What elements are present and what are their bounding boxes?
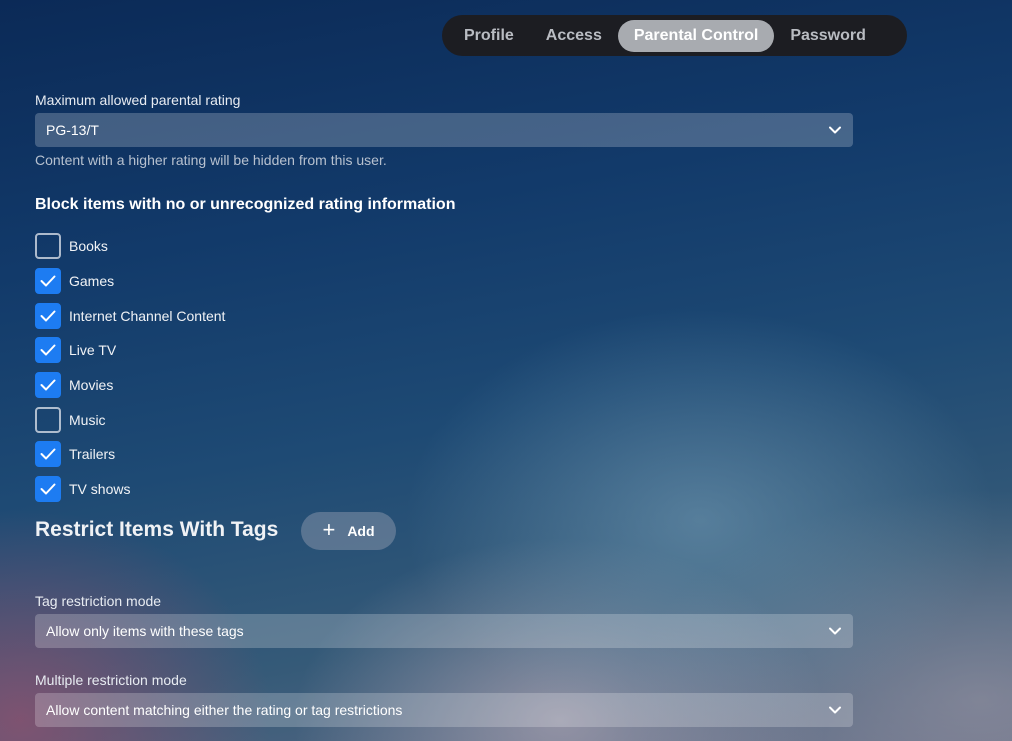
checkbox-tv-shows[interactable]: TV shows <box>35 472 225 507</box>
chevron-down-icon <box>828 123 842 137</box>
checkmark-icon <box>40 448 56 460</box>
tab-profile[interactable]: Profile <box>448 20 530 52</box>
settings-tab-bar: Profile Access Parental Control Password <box>442 15 907 56</box>
checkbox-label: Music <box>69 411 106 428</box>
checkbox-movies[interactable]: Movies <box>35 368 225 403</box>
checkbox-label: Games <box>69 273 115 290</box>
tag-restriction-mode-value: Allow only items with these tags <box>46 623 244 639</box>
checkbox-label: Movies <box>69 377 114 394</box>
tab-access[interactable]: Access <box>530 20 618 52</box>
checkmark-icon <box>40 275 56 287</box>
tab-password[interactable]: Password <box>774 20 882 52</box>
chevron-down-icon <box>828 703 842 717</box>
checkbox-box[interactable] <box>35 372 61 399</box>
checkmark-icon <box>40 483 56 495</box>
multiple-restriction-mode-label: Multiple restriction mode <box>35 672 187 688</box>
checkbox-box[interactable] <box>35 302 61 329</box>
plus-icon: + <box>322 517 336 542</box>
checkbox-live-tv[interactable]: Live TV <box>35 333 225 368</box>
tag-restriction-mode-label: Tag restriction mode <box>35 593 162 609</box>
checkbox-internet-channel-content[interactable]: Internet Channel Content <box>35 298 225 333</box>
checkbox-label: Internet Channel Content <box>69 307 226 324</box>
parental-rating-select[interactable]: PG-13/T <box>35 113 853 147</box>
checkbox-box[interactable] <box>35 476 61 503</box>
checkbox-label: TV shows <box>69 481 131 498</box>
checkbox-label: Trailers <box>69 446 116 463</box>
checkbox-box[interactable] <box>35 233 61 260</box>
multiple-restriction-mode-value: Allow content matching either the rating… <box>46 702 403 718</box>
checkbox-label: Live TV <box>69 342 117 359</box>
parental-rating-helper: Content with a higher rating will be hid… <box>35 152 387 168</box>
restrict-tags-title: Restrict Items With Tags <box>35 518 279 541</box>
checkbox-trailers[interactable]: Trailers <box>35 437 225 472</box>
tab-parental-control[interactable]: Parental Control <box>617 19 775 52</box>
block-unrated-checklist: Books Games Internet Channel Content Liv… <box>35 229 225 507</box>
add-tag-label: Add <box>347 523 375 539</box>
checkbox-box[interactable] <box>35 406 61 433</box>
chevron-down-icon <box>828 624 842 638</box>
checkbox-box[interactable] <box>35 441 61 468</box>
checkbox-box[interactable] <box>35 268 61 295</box>
checkbox-books[interactable]: Books <box>35 229 225 264</box>
checkbox-label: Books <box>69 238 108 255</box>
parental-rating-value: PG-13/T <box>46 122 99 138</box>
checkbox-box[interactable] <box>35 337 61 364</box>
block-unrated-heading: Block items with no or unrecognized rati… <box>35 196 456 213</box>
checkmark-icon <box>40 310 56 322</box>
parental-rating-label: Maximum allowed parental rating <box>35 92 241 108</box>
checkbox-games[interactable]: Games <box>35 264 225 299</box>
add-tag-button[interactable]: + Add <box>301 512 396 550</box>
multiple-restriction-mode-select[interactable]: Allow content matching either the rating… <box>35 693 853 727</box>
checkbox-music[interactable]: Music <box>35 402 225 437</box>
tag-restriction-mode-select[interactable]: Allow only items with these tags <box>35 614 853 648</box>
checkmark-icon <box>40 379 56 391</box>
checkmark-icon <box>40 344 56 356</box>
